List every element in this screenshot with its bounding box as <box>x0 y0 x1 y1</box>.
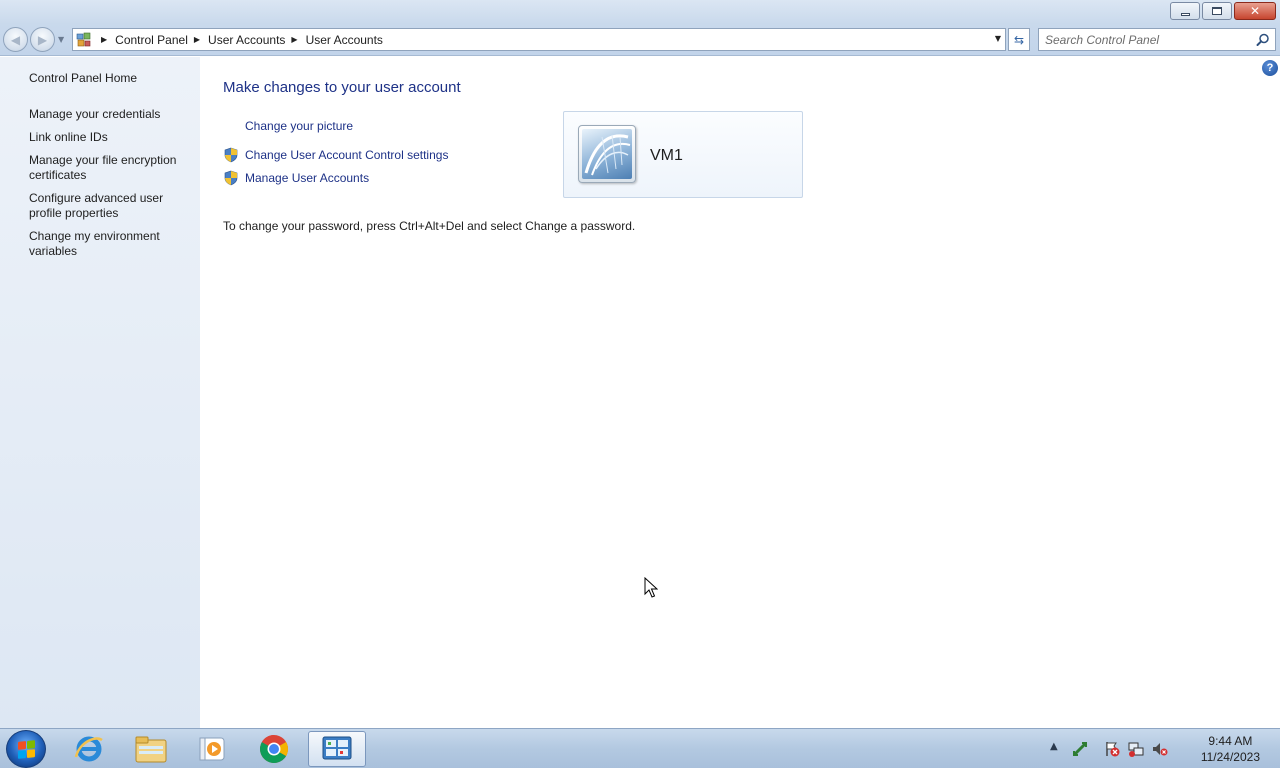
change-picture-link[interactable]: Change your picture <box>245 119 353 133</box>
control-panel-icon <box>322 736 352 760</box>
sidebar-item-manage-credentials[interactable]: Manage your credentials <box>29 107 189 122</box>
mouse-cursor-icon <box>644 577 658 598</box>
navigation-bar: ◀ ▶ ▼ ▶ Control Panel ▶ User Accounts ▶ Us… <box>0 24 1280 56</box>
user-account-card: VM1 <box>563 111 803 198</box>
avatar[interactable] <box>578 125 636 183</box>
address-bar[interactable]: ▶ Control Panel ▶ User Accounts ▶ User Acc… <box>72 28 1006 51</box>
search-box[interactable] <box>1038 28 1276 51</box>
forward-button[interactable]: ▶ <box>30 27 55 52</box>
breadcrumb-user-accounts-current[interactable]: User Accounts <box>306 33 383 47</box>
manage-user-accounts-link[interactable]: Manage User Accounts <box>245 171 369 185</box>
windows-logo-icon <box>18 740 35 759</box>
taskbar-internet-explorer[interactable] <box>61 731 117 767</box>
volume-muted-icon[interactable] <box>1152 741 1168 757</box>
restore-icon <box>1212 7 1222 15</box>
breadcrumb-separator-icon[interactable]: ▶ <box>101 35 107 44</box>
uac-settings-link[interactable]: Change User Account Control settings <box>245 148 448 162</box>
breadcrumb-separator-icon[interactable]: ▶ <box>291 35 297 44</box>
sidebar-item-file-encryption-certificates[interactable]: Manage your file encryption certificates <box>29 153 189 183</box>
taskbar-chrome[interactable] <box>246 731 302 767</box>
sidebar-item-control-panel-home[interactable]: Control Panel Home <box>29 71 189 86</box>
clock-time: 9:44 AM <box>1208 734 1253 748</box>
sidebar-item-link-online-ids[interactable]: Link online IDs <box>29 130 189 145</box>
breadcrumb-separator-icon[interactable]: ▶ <box>194 35 200 44</box>
start-button[interactable] <box>6 730 46 768</box>
search-input[interactable] <box>1045 32 1245 48</box>
breadcrumb-user-accounts[interactable]: User Accounts ▶ <box>208 33 306 47</box>
minimize-icon <box>1180 12 1190 16</box>
network-connection-icon[interactable] <box>1128 741 1144 757</box>
user-picture-image <box>582 129 632 179</box>
uac-shield-icon <box>224 170 238 186</box>
internet-explorer-icon <box>74 736 103 762</box>
help-icon[interactable]: ? <box>1262 60 1278 76</box>
taskbar-file-explorer[interactable] <box>123 731 179 767</box>
close-icon: ✕ <box>1249 4 1261 18</box>
sidebar-item-advanced-profile-properties[interactable]: Configure advanced user profile properti… <box>29 191 189 221</box>
search-icon[interactable] <box>1255 32 1271 48</box>
user-name: VM1 <box>650 147 683 164</box>
restore-button[interactable] <box>1202 2 1232 20</box>
clock-date: 11/24/2023 <box>1200 750 1260 764</box>
page-title: Make changes to your user account <box>223 79 461 96</box>
task-manage-user-accounts: Manage User Accounts <box>223 169 369 187</box>
uac-shield-icon <box>224 147 238 163</box>
control-panel-icon <box>73 29 95 50</box>
breadcrumb-control-panel[interactable]: Control Panel ▶ <box>115 33 208 47</box>
network-icon[interactable] <box>1072 741 1088 757</box>
show-hidden-icons-icon[interactable]: ▲ <box>1050 741 1066 757</box>
task-change-picture: Change your picture <box>223 117 353 135</box>
minimize-button[interactable] <box>1170 2 1200 20</box>
action-center-icon[interactable] <box>1104 741 1120 757</box>
taskbar: ▲ 9:44 AM 11/24/2023 <box>0 728 1280 768</box>
recent-pages-dropdown[interactable]: ▼ <box>58 35 64 44</box>
back-button[interactable]: ◀ <box>3 27 28 52</box>
media-player-icon <box>199 737 225 761</box>
sidebar-item-environment-variables[interactable]: Change my environment variables <box>29 229 189 259</box>
window-controls: ✕ <box>1168 2 1276 20</box>
main-content: ? Make changes to your user account Chan… <box>200 57 1280 728</box>
left-navigation-pane: Control Panel Home Manage your credentia… <box>0 57 200 728</box>
task-uac-settings: Change User Account Control settings <box>223 146 448 164</box>
taskbar-media-player[interactable] <box>184 731 240 767</box>
taskbar-control-panel[interactable] <box>308 731 366 767</box>
file-explorer-icon <box>135 736 167 763</box>
system-tray: ▲ 9:44 AM 11/24/2023 <box>1050 729 1280 768</box>
close-button[interactable]: ✕ <box>1234 2 1276 20</box>
chrome-icon <box>260 735 288 763</box>
back-arrow-icon: ◀ <box>10 33 21 47</box>
forward-arrow-icon: ▶ <box>37 33 48 47</box>
refresh-button[interactable]: ⇆ <box>1008 28 1030 51</box>
refresh-icon: ⇆ <box>1013 32 1025 47</box>
clock[interactable]: 9:44 AM 11/24/2023 <box>1201 733 1260 765</box>
address-dropdown-icon[interactable]: ▼ <box>995 34 1001 43</box>
password-change-note: To change your password, press Ctrl+Alt+… <box>223 219 636 233</box>
title-bar: ✕ <box>0 0 1280 24</box>
